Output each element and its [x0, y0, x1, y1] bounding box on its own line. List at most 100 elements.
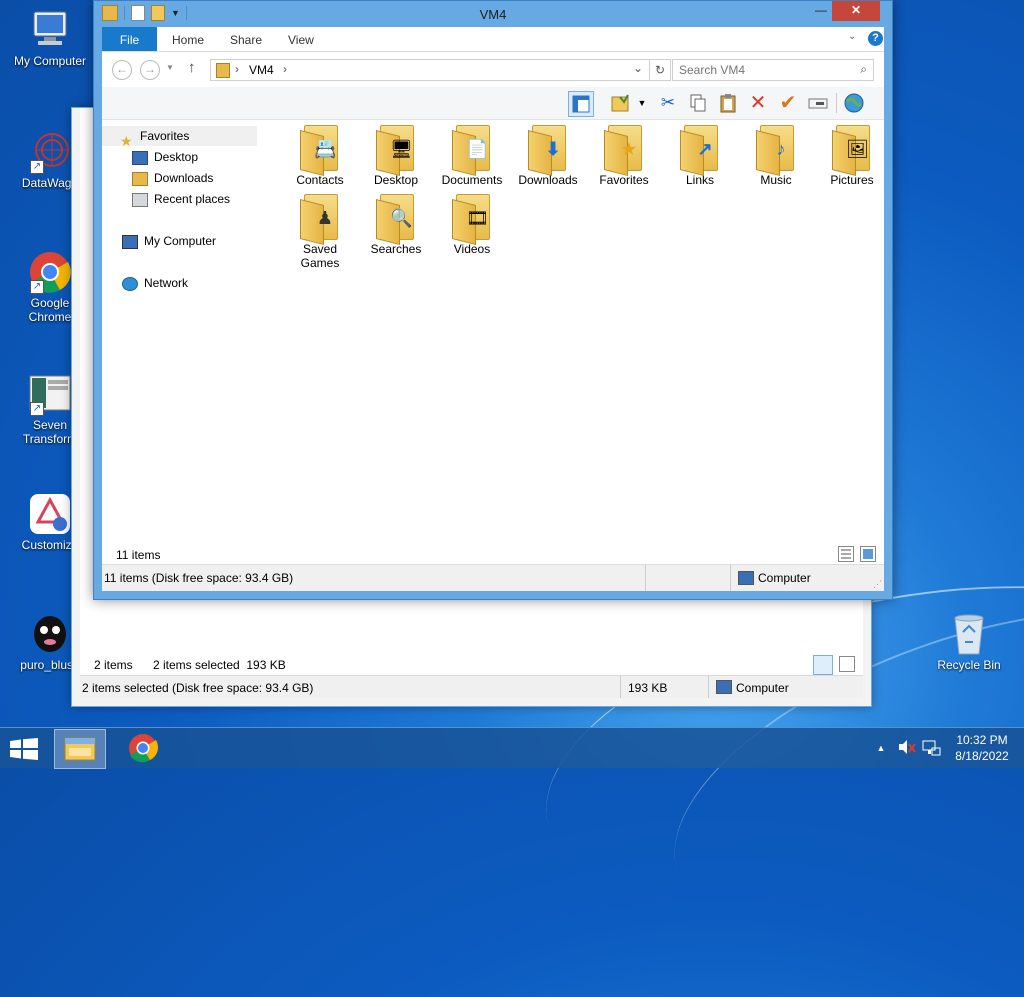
ribbon-tabs: File Home Share View ⌄ ? [102, 27, 884, 52]
folder-icon: ♟ [300, 194, 340, 245]
file-item-links[interactable]: ↗ Links [662, 123, 738, 187]
navigation-pane-icon[interactable] [568, 91, 594, 117]
contacts-icon: 📇 [314, 139, 337, 159]
nav-label: Downloads [154, 171, 214, 185]
seven-transform-icon: ↗ [28, 372, 72, 416]
status-divider [645, 565, 646, 591]
tab-view[interactable]: View [288, 27, 314, 51]
title-bar[interactable]: ▼ VM4 — □ ✕ [94, 1, 892, 27]
up-button[interactable]: ↑ [188, 59, 196, 76]
cut-icon[interactable]: ✂ [656, 91, 680, 115]
file-item-downloads[interactable]: ⬇ Downloads [510, 123, 586, 187]
breadcrumb-vm4[interactable]: VM4 [249, 63, 274, 77]
nav-item-network[interactable]: Network [122, 273, 188, 293]
folder-icon: 📇 [300, 125, 340, 176]
chrome-icon: ↗ [28, 250, 72, 294]
paste-icon[interactable] [716, 91, 740, 115]
tab-file[interactable]: File [102, 27, 157, 51]
nav-item-my-computer[interactable]: My Computer [122, 231, 216, 251]
status-item-count: 11 items [116, 548, 161, 562]
help-icon[interactable]: ? [868, 31, 883, 46]
customize-icon [28, 492, 72, 536]
tab-home[interactable]: Home [172, 27, 204, 51]
navigation-pane: ★ Favorites Desktop Downloads Recent plac… [102, 120, 267, 543]
taskbar-chrome[interactable] [118, 729, 168, 767]
nav-label: Recent places [154, 192, 231, 206]
globe-icon[interactable] [842, 91, 866, 115]
file-item-pictures[interactable]: 🖼 Pictures [814, 123, 890, 187]
show-hidden-icons-chevron-icon[interactable]: ▲ [872, 728, 890, 768]
file-item-contacts[interactable]: 📇 Contacts [282, 123, 358, 187]
copy-icon[interactable] [686, 91, 710, 115]
background-window-status-bar: 2 items selected (Disk free space: 93.4 … [80, 675, 863, 698]
back-button[interactable]: ← [112, 60, 132, 80]
explorer-window-vm4[interactable]: ▼ VM4 — □ ✕ File Home Share View ⌄ ? ← →… [93, 0, 893, 600]
forward-button[interactable]: → [140, 60, 160, 80]
folder-icon: ♪ [756, 125, 796, 176]
breadcrumb-separator-icon[interactable]: › [283, 62, 287, 76]
refresh-button[interactable]: ↻ [650, 59, 671, 81]
details-view-icon[interactable] [813, 655, 833, 675]
desktop-icon-label: My Computer [13, 54, 87, 68]
nav-item-downloads[interactable]: Downloads [132, 168, 213, 188]
details-view-icon[interactable] [838, 546, 854, 562]
magnifier-icon: 🔍 [390, 208, 413, 228]
nav-label: Desktop [154, 150, 199, 164]
picture-icon: 🖼 [846, 139, 869, 159]
computer-icon [28, 8, 72, 52]
resize-grip-icon[interactable]: ⋰ [873, 579, 882, 590]
file-item-desktop[interactable]: 🖥 Desktop [358, 123, 434, 187]
status-bar-text: 2 items selected (Disk free space: 93.4 … [82, 681, 314, 695]
status-item-count: 2 items [94, 658, 133, 672]
file-item-saved-games[interactable]: ♟ Saved Games [282, 192, 358, 270]
status-divider [620, 676, 621, 698]
taskbar-file-explorer[interactable] [54, 729, 106, 769]
network-icon[interactable] [920, 728, 942, 768]
large-icons-view-icon[interactable] [860, 546, 876, 562]
file-item-documents[interactable]: 📄 Documents [434, 123, 510, 187]
chess-piece-icon: ♟ [316, 208, 334, 228]
breadcrumb-separator-icon[interactable]: › [235, 62, 239, 76]
file-item-videos[interactable]: 🎞 Videos [434, 192, 510, 256]
search-input[interactable] [677, 62, 851, 78]
delete-icon[interactable]: ✕ [746, 91, 770, 115]
status-bar-location: Computer [758, 571, 811, 585]
minimize-button[interactable]: — [807, 1, 835, 21]
desktop-icon [132, 150, 148, 165]
folder-icon: 🔍 [376, 194, 416, 245]
file-item-music[interactable]: ♪ Music [738, 123, 814, 187]
status-divider [708, 676, 709, 698]
network-icon [122, 276, 138, 291]
desktop-icon-recycle-bin[interactable]: Recycle Bin [929, 612, 1009, 672]
file-item-searches[interactable]: 🔍 Searches [358, 192, 434, 256]
desktop-icon: 🖥 [390, 139, 413, 159]
clock-time: 10:32 PM [956, 733, 1008, 747]
file-item-favorites[interactable]: ★ Favorites [586, 123, 662, 187]
folder-options-icon[interactable] [608, 91, 632, 115]
computer-icon [738, 571, 754, 585]
search-box[interactable]: ⌕ [672, 59, 874, 81]
nav-item-desktop[interactable]: Desktop [132, 147, 198, 167]
tab-share[interactable]: Share [230, 27, 262, 51]
large-icons-view-icon[interactable] [839, 656, 855, 672]
clock[interactable]: 10:32 PM 8/18/2022 [944, 733, 1020, 773]
properties-check-icon[interactable]: ✔ [776, 91, 800, 115]
nav-item-recent-places[interactable]: Recent places [132, 189, 230, 209]
datawago-icon: ↗ [28, 130, 72, 174]
recent-locations-chevron-icon[interactable]: ▼ [166, 63, 174, 72]
address-bar[interactable]: › VM4 › ⌄ [210, 59, 650, 81]
rename-icon[interactable] [806, 91, 830, 115]
close-button[interactable]: ✕ [832, 1, 880, 21]
window-title: VM4 [479, 7, 507, 22]
options-chevron-down-icon[interactable]: ▼ [630, 91, 654, 115]
recent-places-icon [132, 192, 148, 207]
search-icon: ⌕ [860, 62, 867, 76]
address-dropdown-chevron-icon[interactable]: ⌄ [633, 61, 643, 75]
star-icon: ★ [120, 132, 133, 149]
start-button[interactable] [10, 738, 38, 760]
nav-item-favorites[interactable]: ★ Favorites [102, 126, 257, 149]
desktop-icon-my-computer[interactable]: My Computer [10, 8, 90, 68]
volume-muted-icon[interactable] [896, 728, 918, 768]
ribbon-expand-chevron-icon[interactable]: ⌄ [848, 31, 856, 42]
link-arrow-icon: ↗ [697, 139, 713, 159]
